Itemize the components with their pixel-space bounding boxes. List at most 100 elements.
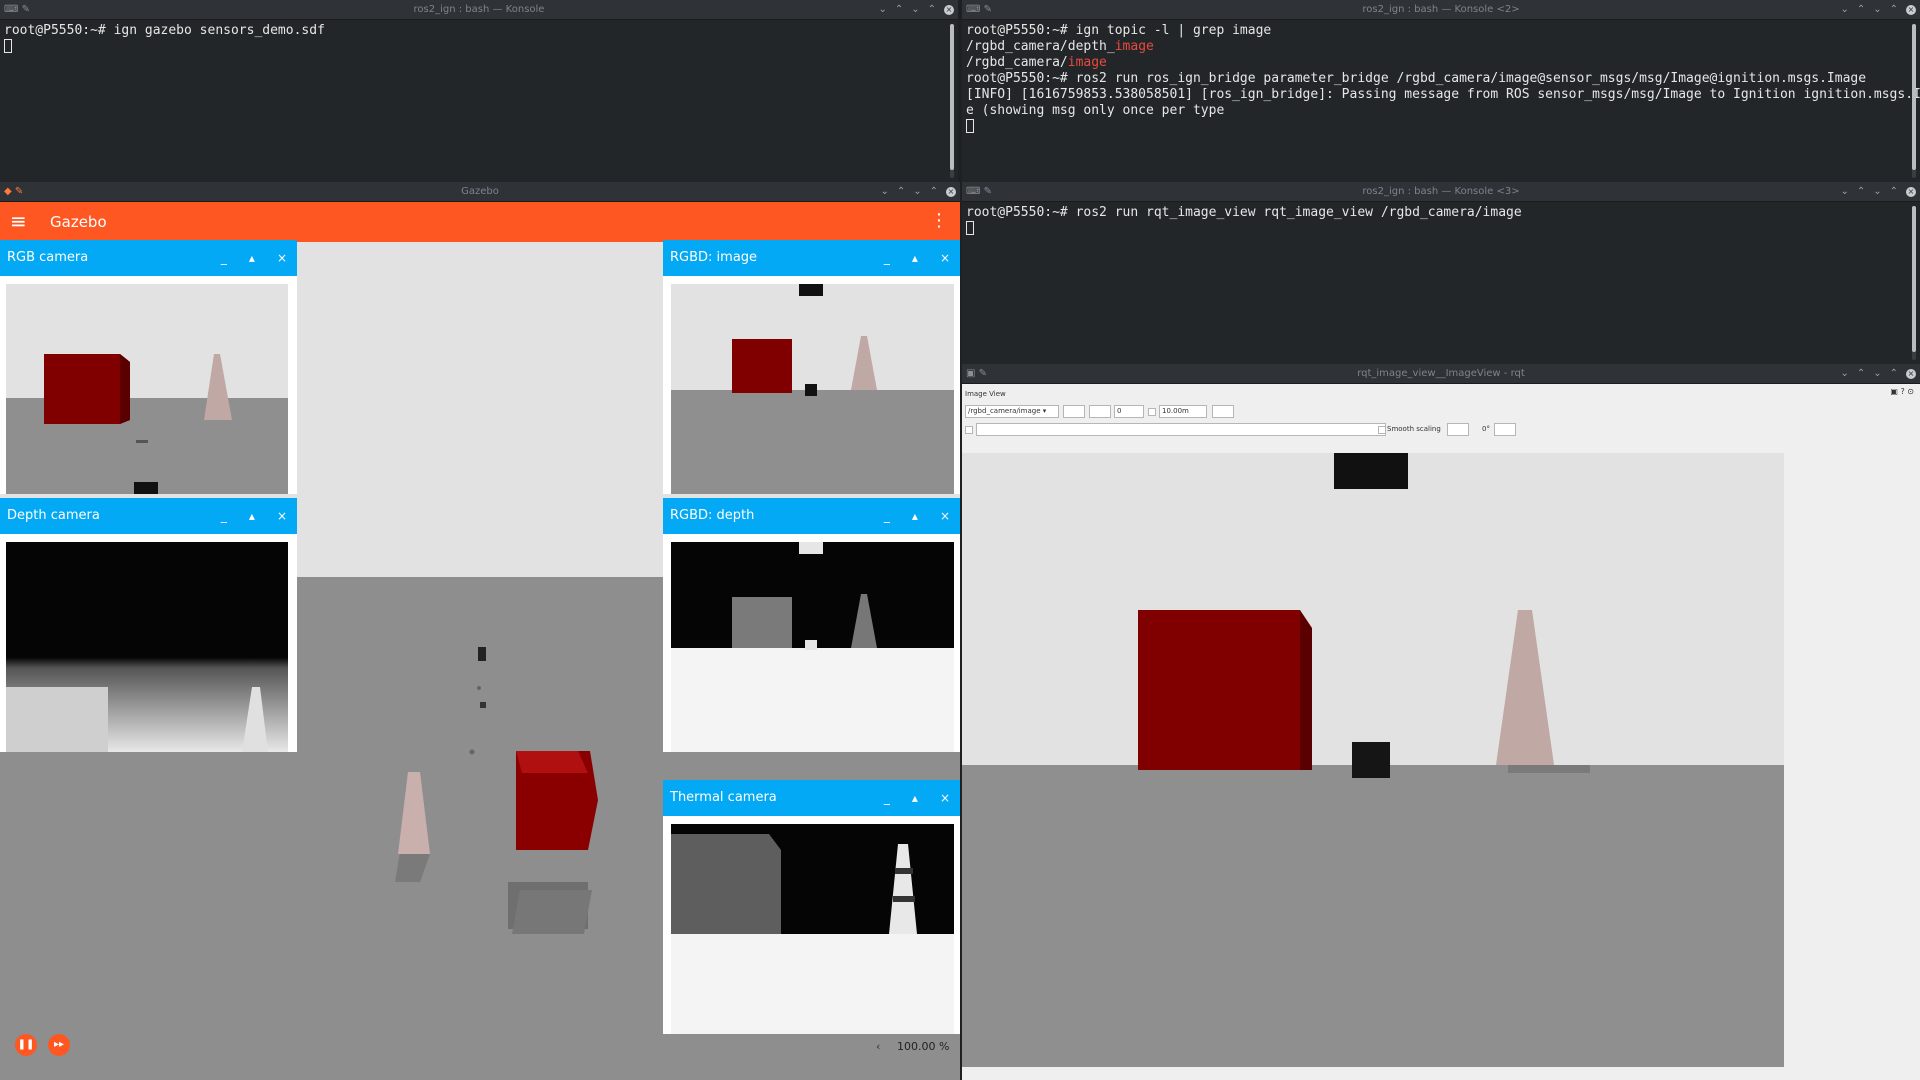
keep-above-icon[interactable]: ⌃	[895, 0, 903, 20]
keep-above-icon[interactable]: ⌃	[897, 182, 905, 202]
rgbd-depth-header[interactable]: RGBD: depth _ ▴ ×	[663, 498, 960, 534]
minimize-icon[interactable]: _	[221, 240, 227, 276]
maximize-icon[interactable]: ▴	[912, 498, 918, 534]
plugin-settings-icons[interactable]: ▣ ? ⊙	[1890, 387, 1914, 396]
zoom-button[interactable]	[1089, 405, 1111, 418]
maximize-icon[interactable]: ⌃	[1890, 182, 1898, 202]
smooth-scaling-checkbox[interactable]	[1378, 426, 1386, 434]
image-view-canvas[interactable]	[962, 453, 1784, 1067]
konsole-1-titlebar[interactable]: ⌨ ✎ ros2_ign : bash — Konsole ⌄ ⌃ ⌄ ⌃ ×	[0, 0, 958, 20]
rgb-camera-image	[6, 284, 288, 494]
close-icon[interactable]: ×	[944, 5, 954, 15]
minimize-icon[interactable]: _	[221, 498, 227, 534]
window-controls[interactable]: ⌄ ⌃ ⌄ ⌃ ×	[1840, 182, 1916, 202]
scrollbar[interactable]	[1912, 24, 1916, 178]
maximize-icon[interactable]: ▴	[912, 780, 918, 816]
mouse-publish-checkbox[interactable]	[965, 426, 973, 434]
scrollbar[interactable]	[950, 24, 954, 178]
terminal-output-1[interactable]: root@P5550:~# ign gazebo sensors_demo.sd…	[0, 20, 958, 182]
window-controls[interactable]: ⌄ ⌃ ⌄ ⌃ ×	[1840, 364, 1916, 384]
minimize-icon[interactable]: _	[884, 498, 890, 534]
konsole-3-titlebar[interactable]: ⌨ ✎ ros2_ign : bash — Konsole <3> ⌄ ⌃ ⌄ ⌃ ×	[962, 182, 1920, 202]
scrollbar[interactable]	[1912, 206, 1916, 360]
keep-below-icon[interactable]: ⌄	[878, 0, 886, 20]
rqt-window-title: rqt_image_view__ImageView - rqt	[1357, 368, 1525, 379]
more-options-icon[interactable]: ⋮	[930, 211, 948, 231]
max-depth-spinbox[interactable]: 10.00m	[1159, 405, 1207, 418]
minimize-icon[interactable]: ⌄	[1873, 182, 1881, 202]
close-icon[interactable]: ×	[1906, 187, 1916, 197]
thermal-camera-panel[interactable]: Thermal camera _ ▴ ×	[663, 780, 960, 1034]
depth-camera-header[interactable]: Depth camera _ ▴ ×	[0, 498, 297, 534]
minimize-icon[interactable]: ⌄	[913, 182, 921, 202]
rgbd-depth-panel[interactable]: RGBD: depth _ ▴ ×	[663, 498, 960, 752]
terminal-output-2[interactable]: root@P5550:~# ign topic -l | grep image /…	[962, 20, 1920, 182]
min-depth-spinbox[interactable]: 0	[1114, 405, 1144, 418]
zoom-back-icon[interactable]: ‹	[876, 1040, 880, 1053]
keep-above-icon[interactable]: ⌃	[1857, 0, 1865, 20]
keep-below-icon[interactable]: ⌄	[1840, 0, 1848, 20]
window-controls[interactable]: ⌄ ⌃ ⌄ ⌃ ×	[878, 0, 954, 20]
rotate-right-button[interactable]	[1494, 423, 1516, 436]
close-icon[interactable]: ×	[277, 498, 287, 534]
keep-below-icon[interactable]: ⌄	[1840, 364, 1848, 384]
close-icon[interactable]: ×	[940, 240, 950, 276]
rgb-camera-header[interactable]: RGB camera _ ▴ ×	[0, 240, 297, 276]
mouse-topic-input[interactable]	[976, 423, 1386, 436]
close-icon[interactable]: ×	[946, 187, 956, 197]
minimize-icon[interactable]: _	[884, 240, 890, 276]
rotate-left-button[interactable]	[1447, 423, 1469, 436]
save-button[interactable]	[1212, 405, 1234, 418]
dynamic-range-checkbox[interactable]	[1148, 408, 1156, 416]
close-icon[interactable]: ×	[1906, 369, 1916, 379]
step-forward-button[interactable]: ▸▸	[48, 1034, 70, 1056]
gazebo-app-bar: ≡ Gazebo ⋮	[0, 202, 960, 242]
konsole-window-3[interactable]: ⌨ ✎ ros2_ign : bash — Konsole <3> ⌄ ⌃ ⌄ ⌃ × …	[962, 182, 1920, 364]
rgbd-image-panel[interactable]: RGBD: image _ ▴ ×	[663, 240, 960, 494]
topic-select[interactable]: /rgbd_camera/image ▾	[965, 405, 1059, 418]
terminal-cursor	[966, 119, 974, 133]
gazebo-titlebar[interactable]: ◆ ✎ Gazebo ⌄ ⌃ ⌄ ⌃ ×	[0, 182, 960, 202]
gazebo-window-title: Gazebo	[461, 186, 499, 197]
konsole-window-2[interactable]: ⌨ ✎ ros2_ign : bash — Konsole <2> ⌄ ⌃ ⌄ ⌃ × …	[962, 0, 1920, 182]
rqt-window[interactable]: ▣ ✎ rqt_image_view__ImageView - rqt ⌄ ⌃ ⌄ ⌃…	[962, 364, 1920, 1080]
keep-below-icon[interactable]: ⌄	[880, 182, 888, 202]
terminal-output-3[interactable]: root@P5550:~# ros2 run rqt_image_view rq…	[962, 202, 1920, 364]
minimize-icon[interactable]: _	[884, 780, 890, 816]
rqt-titlebar[interactable]: ▣ ✎ rqt_image_view__ImageView - rqt ⌄ ⌃ ⌄ ⌃…	[962, 364, 1920, 384]
close-icon[interactable]: ×	[940, 780, 950, 816]
hamburger-menu-icon[interactable]: ≡	[10, 211, 27, 231]
maximize-icon[interactable]: ▴	[249, 498, 255, 534]
gazebo-app-icon: ◆ ✎	[4, 186, 24, 197]
thermal-camera-header[interactable]: Thermal camera _ ▴ ×	[663, 780, 960, 816]
close-icon[interactable]: ×	[277, 240, 287, 276]
rqt-body: Image View ▣ ? ⊙ /rgbd_camera/image ▾ 0 …	[962, 384, 1920, 1080]
terminal-line: /rgbd_camera/image	[966, 55, 1107, 70]
maximize-icon[interactable]: ⌃	[1890, 0, 1898, 20]
maximize-icon[interactable]: ▴	[249, 240, 255, 276]
panel-title: Depth camera	[7, 508, 100, 523]
keep-above-icon[interactable]: ⌃	[1857, 364, 1865, 384]
window-controls[interactable]: ⌄ ⌃ ⌄ ⌃ ×	[880, 182, 956, 202]
maximize-icon[interactable]: ⌃	[930, 182, 938, 202]
keep-above-icon[interactable]: ⌃	[1857, 182, 1865, 202]
rotation-label: 0°	[1482, 425, 1490, 433]
close-icon[interactable]: ×	[940, 498, 950, 534]
gazebo-window[interactable]: ◆ ✎ Gazebo ⌄ ⌃ ⌄ ⌃ × ≡ Gazebo ⋮ ❚❚ ▸▸ ‹ 100.…	[0, 182, 960, 1080]
keep-below-icon[interactable]: ⌄	[1840, 182, 1848, 202]
konsole-2-titlebar[interactable]: ⌨ ✎ ros2_ign : bash — Konsole <2> ⌄ ⌃ ⌄ ⌃ ×	[962, 0, 1920, 20]
pause-button[interactable]: ❚❚	[15, 1034, 37, 1056]
close-icon[interactable]: ×	[1906, 5, 1916, 15]
maximize-icon[interactable]: ⌃	[928, 0, 936, 20]
minimize-icon[interactable]: ⌄	[911, 0, 919, 20]
konsole-window-1[interactable]: ⌨ ✎ ros2_ign : bash — Konsole ⌄ ⌃ ⌄ ⌃ × root…	[0, 0, 958, 182]
minimize-icon[interactable]: ⌄	[1873, 364, 1881, 384]
maximize-icon[interactable]: ▴	[912, 240, 918, 276]
rgbd-image-header[interactable]: RGBD: image _ ▴ ×	[663, 240, 960, 276]
refresh-button[interactable]	[1063, 405, 1085, 418]
minimize-icon[interactable]: ⌄	[1873, 0, 1881, 20]
depth-camera-panel[interactable]: Depth camera _ ▴ ×	[0, 498, 297, 752]
maximize-icon[interactable]: ⌃	[1890, 364, 1898, 384]
window-controls[interactable]: ⌄ ⌃ ⌄ ⌃ ×	[1840, 0, 1916, 20]
rgb-camera-panel[interactable]: RGB camera _ ▴ ×	[0, 240, 297, 494]
